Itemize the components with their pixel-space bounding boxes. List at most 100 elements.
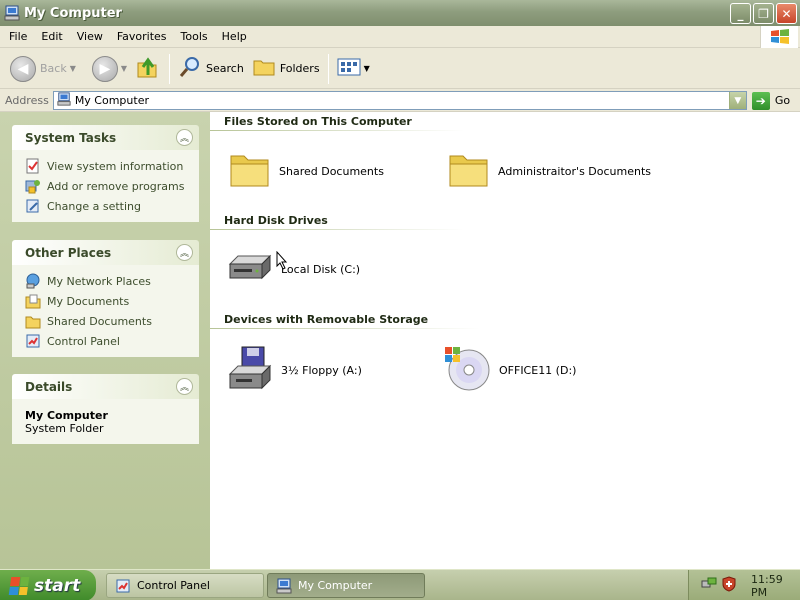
taskbar: start Control Panel My Computer 11:59 PM bbox=[0, 569, 800, 600]
network-places-icon bbox=[25, 273, 41, 289]
system-tasks-panel: System Tasks ︽ View system information A… bbox=[12, 125, 199, 222]
menu-tools[interactable]: Tools bbox=[174, 30, 215, 43]
taskbar-button-control-panel[interactable]: Control Panel bbox=[106, 573, 264, 598]
task-add-remove-programs[interactable]: Add or remove programs bbox=[25, 176, 189, 196]
folder-icon bbox=[447, 150, 491, 193]
place-label: Shared Documents bbox=[47, 314, 152, 328]
details-name: My Computer bbox=[25, 409, 108, 422]
title-bar[interactable]: My Computer _ ❐ ✕ bbox=[0, 0, 800, 26]
go-button[interactable]: ➔ Go bbox=[751, 91, 791, 110]
network-tray-icon[interactable] bbox=[701, 576, 717, 595]
place-control-panel[interactable]: Control Panel bbox=[25, 331, 189, 351]
details-header[interactable]: Details ︽ bbox=[12, 374, 199, 399]
forward-button[interactable]: ▶ ▼ bbox=[88, 52, 131, 86]
close-button[interactable]: ✕ bbox=[776, 3, 797, 24]
system-info-icon bbox=[25, 158, 41, 174]
change-setting-icon bbox=[25, 198, 41, 214]
collapse-icon[interactable]: ︽ bbox=[176, 129, 193, 146]
start-label: start bbox=[34, 575, 81, 596]
menu-help[interactable]: Help bbox=[215, 30, 254, 43]
group-divider bbox=[210, 229, 464, 230]
folder-icon bbox=[228, 150, 272, 193]
search-button[interactable]: Search bbox=[174, 52, 248, 86]
floppy-drive-icon bbox=[226, 346, 274, 395]
task-pane: System Tasks ︽ View system information A… bbox=[0, 112, 210, 569]
group-title: Hard Disk Drives bbox=[224, 214, 328, 227]
go-label: Go bbox=[774, 94, 791, 107]
item-local-disk-c[interactable]: Local Disk (C:) bbox=[226, 252, 360, 287]
taskbar-button-my-computer[interactable]: My Computer bbox=[267, 573, 425, 598]
address-bar: Address My Computer ▼ ➔ Go bbox=[0, 90, 800, 112]
chevron-down-icon: ▼ bbox=[363, 64, 370, 73]
chevron-down-icon[interactable]: ▼ bbox=[728, 92, 746, 109]
item-label: Shared Documents bbox=[279, 165, 384, 178]
task-view-system-information[interactable]: View system information bbox=[25, 156, 189, 176]
folders-label: Folders bbox=[279, 62, 320, 75]
search-icon bbox=[178, 55, 202, 82]
toolbar: ◀ Back ▼ ▶ ▼ Search Folders ▼ bbox=[0, 49, 800, 89]
item-label: 3½ Floppy (A:) bbox=[281, 364, 362, 377]
windows-logo-icon bbox=[760, 26, 798, 48]
back-label: Back bbox=[40, 62, 67, 75]
chevron-down-icon[interactable]: ▼ bbox=[70, 64, 76, 73]
back-arrow-icon: ◀ bbox=[10, 55, 36, 82]
panel-title: System Tasks bbox=[25, 130, 117, 145]
task-label: Add or remove programs bbox=[47, 179, 185, 193]
security-shield-icon[interactable] bbox=[721, 576, 737, 595]
search-label: Search bbox=[206, 62, 244, 75]
system-tray: 11:59 PM bbox=[688, 570, 800, 600]
views-icon bbox=[337, 57, 361, 80]
folders-button[interactable]: Folders bbox=[248, 52, 324, 86]
item-office11-d[interactable]: OFFICE11 (D:) bbox=[444, 346, 576, 395]
task-change-setting[interactable]: Change a setting bbox=[25, 196, 189, 216]
control-panel-icon bbox=[25, 333, 41, 349]
other-places-panel: Other Places ︽ My Network Places My Docu… bbox=[12, 240, 199, 357]
place-my-documents[interactable]: My Documents bbox=[25, 291, 189, 311]
item-floppy-a[interactable]: 3½ Floppy (A:) bbox=[226, 346, 362, 395]
windows-flag-icon bbox=[8, 576, 30, 595]
my-computer-icon bbox=[276, 578, 292, 594]
item-shared-documents[interactable]: Shared Documents bbox=[228, 150, 384, 193]
menu-view[interactable]: View bbox=[70, 30, 110, 43]
restore-icon: ❐ bbox=[758, 6, 769, 21]
menu-edit[interactable]: Edit bbox=[34, 30, 69, 43]
place-shared-documents[interactable]: Shared Documents bbox=[25, 311, 189, 331]
item-administrator-documents[interactable]: Administraitor's Documents bbox=[447, 150, 651, 193]
minimize-icon: _ bbox=[737, 6, 744, 21]
toolbar-separator bbox=[327, 53, 329, 84]
menu-favorites[interactable]: Favorites bbox=[110, 30, 174, 43]
cd-drive-icon bbox=[444, 346, 492, 395]
other-places-header[interactable]: Other Places ︽ bbox=[12, 240, 199, 265]
control-panel-icon bbox=[115, 578, 131, 594]
menu-file[interactable]: File bbox=[2, 30, 34, 43]
up-folder-icon bbox=[135, 54, 161, 83]
go-arrow-icon: ➔ bbox=[751, 91, 770, 110]
place-my-network-places[interactable]: My Network Places bbox=[25, 271, 189, 291]
group-title: Files Stored on This Computer bbox=[224, 115, 412, 128]
views-button[interactable]: ▼ bbox=[333, 52, 374, 86]
taskbar-button-label: My Computer bbox=[298, 579, 373, 592]
maximize-button[interactable]: ❐ bbox=[753, 3, 774, 24]
panel-title: Details bbox=[25, 379, 73, 394]
add-remove-programs-icon bbox=[25, 178, 41, 194]
hard-disk-icon bbox=[226, 252, 274, 287]
taskbar-button-label: Control Panel bbox=[137, 579, 210, 592]
toolbar-separator bbox=[169, 53, 171, 84]
collapse-icon[interactable]: ︽ bbox=[176, 378, 193, 395]
details-panel: Details ︽ My Computer System Folder bbox=[12, 374, 199, 444]
up-folder-button[interactable] bbox=[131, 52, 165, 86]
folders-icon bbox=[252, 56, 276, 81]
task-label: Change a setting bbox=[47, 199, 141, 213]
chevron-down-icon[interactable]: ▼ bbox=[121, 64, 127, 73]
address-input[interactable]: My Computer ▼ bbox=[52, 91, 747, 110]
collapse-icon[interactable]: ︽ bbox=[176, 244, 193, 261]
close-icon: ✕ bbox=[781, 6, 792, 21]
window-title: My Computer bbox=[24, 5, 122, 21]
my-computer-icon bbox=[4, 5, 20, 21]
minimize-button[interactable]: _ bbox=[730, 3, 751, 24]
back-button[interactable]: ◀ Back ▼ bbox=[6, 52, 80, 86]
address-label: Address bbox=[5, 94, 49, 107]
start-button[interactable]: start bbox=[0, 570, 96, 600]
place-label: My Network Places bbox=[47, 274, 151, 288]
system-tasks-header[interactable]: System Tasks ︽ bbox=[12, 125, 199, 150]
